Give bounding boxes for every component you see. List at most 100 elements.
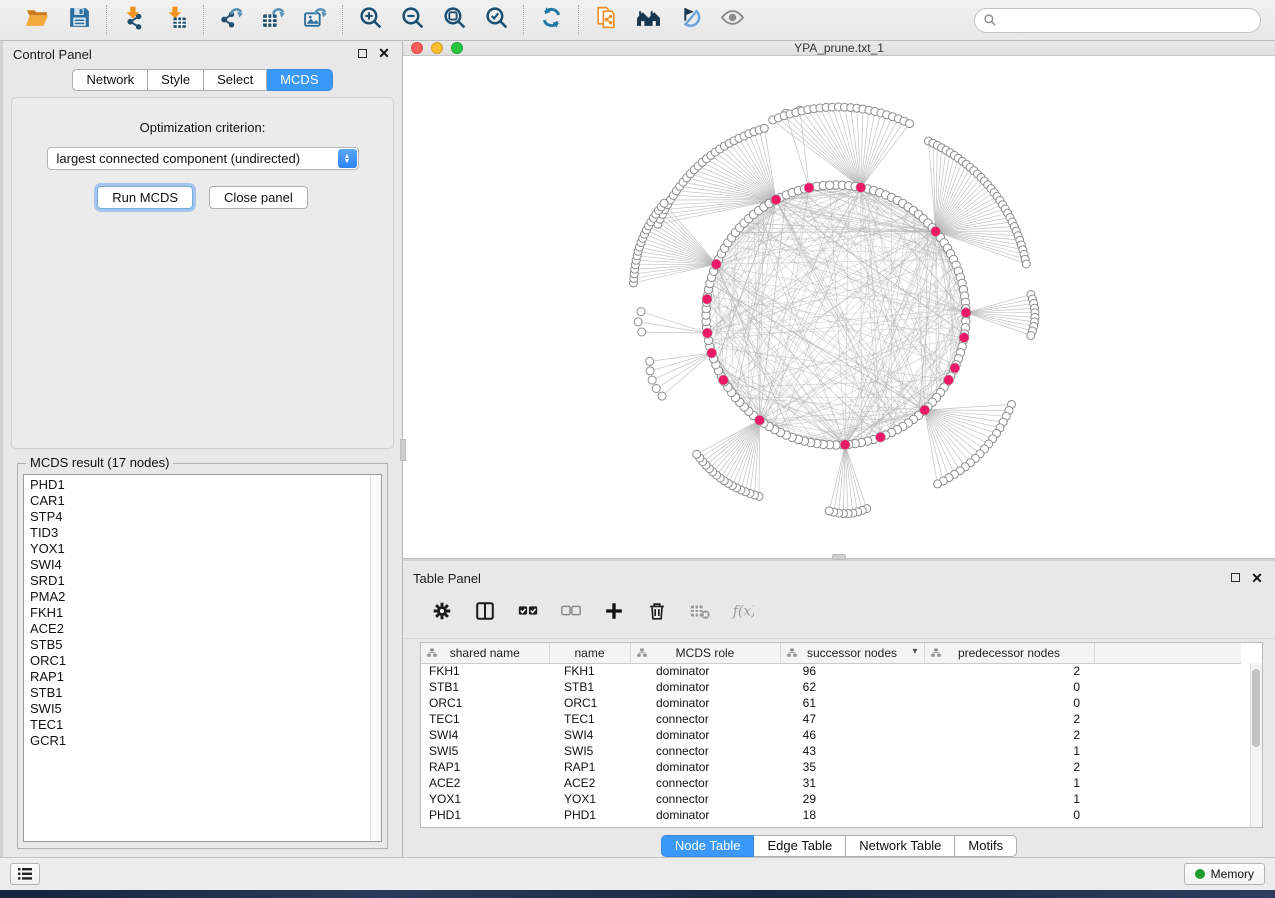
mcds-hub-node[interactable] [707, 348, 717, 358]
table-scrollbar-thumb[interactable] [1252, 669, 1260, 747]
cell[interactable]: connector [630, 775, 780, 791]
tab-network[interactable]: Network [72, 69, 148, 91]
cell[interactable]: YOX1 [549, 791, 630, 807]
cell[interactable]: 0 [924, 695, 1094, 711]
table-close-button[interactable]: ✕ [1249, 570, 1265, 586]
leaf-node[interactable] [934, 480, 942, 488]
export-network-document-button[interactable] [592, 6, 620, 34]
cell[interactable]: SWI4 [549, 727, 630, 743]
cell[interactable]: 43 [780, 743, 924, 759]
add-column-button[interactable] [601, 601, 627, 627]
search-input[interactable] [974, 8, 1261, 33]
tab-network-table[interactable]: Network Table [846, 835, 955, 857]
hide-annotations-button[interactable] [676, 6, 704, 34]
leaf-node[interactable] [648, 376, 656, 384]
table-row[interactable]: ACE2ACE2connector311 [421, 775, 1241, 791]
leaf-node[interactable] [1022, 260, 1030, 268]
mcds-hub-node[interactable] [718, 375, 728, 385]
table-row[interactable]: SWI5SWI5connector431 [421, 743, 1241, 759]
cell[interactable]: 96 [780, 663, 924, 679]
mcds-result-list[interactable]: PHD1CAR1STP4TID3YOX1SWI4SRD1PMA2FKH1ACE2… [23, 474, 382, 842]
tab-node-table[interactable]: Node Table [661, 835, 755, 857]
cell[interactable]: RAP1 [549, 759, 630, 775]
mcds-result-item[interactable]: STP4 [30, 509, 381, 525]
cell[interactable]: STB1 [549, 679, 630, 695]
table-row[interactable]: FKH1FKH1dominator962 [421, 663, 1241, 679]
ring-node[interactable] [825, 181, 833, 189]
mcds-result-item[interactable]: SRD1 [30, 573, 381, 589]
mcds-hub-node[interactable] [944, 375, 954, 385]
leaf-node[interactable] [1027, 332, 1035, 340]
mcds-hub-node[interactable] [961, 308, 971, 318]
save-session-button[interactable] [65, 6, 93, 34]
cell[interactable]: FKH1 [421, 663, 549, 679]
mcds-hub-node[interactable] [931, 226, 941, 236]
cell[interactable]: connector [630, 711, 780, 727]
leaf-node[interactable] [658, 392, 666, 400]
cell[interactable]: 47 [780, 711, 924, 727]
table-row[interactable]: STB1STB1dominator620 [421, 679, 1241, 695]
mcds-result-item[interactable]: YOX1 [30, 541, 381, 557]
zoom-fit-button[interactable] [440, 6, 468, 34]
open-file-button[interactable] [23, 6, 51, 34]
tab-select[interactable]: Select [204, 69, 267, 91]
tab-motifs[interactable]: Motifs [955, 835, 1017, 857]
cell[interactable]: 61 [780, 695, 924, 711]
run-mcds-button[interactable]: Run MCDS [97, 186, 193, 209]
table-row[interactable]: TEC1TEC1connector472 [421, 711, 1241, 727]
table-scrollbar[interactable] [1250, 663, 1262, 827]
cell[interactable]: dominator [630, 759, 780, 775]
zoom-in-button[interactable] [356, 6, 384, 34]
mcds-hub-node[interactable] [771, 195, 781, 205]
cell[interactable]: 62 [780, 679, 924, 695]
deselect-all-checkboxes-button[interactable] [558, 601, 584, 627]
table-row[interactable]: SWI4SWI4dominator462 [421, 727, 1241, 743]
mcds-hub-node[interactable] [755, 415, 765, 425]
cell[interactable]: dominator [630, 663, 780, 679]
cell[interactable]: 2 [924, 727, 1094, 743]
mcds-result-item[interactable]: TID3 [30, 525, 381, 541]
export-network-button[interactable] [217, 6, 245, 34]
leaf-node[interactable] [638, 328, 646, 336]
column-header-successor-nodes[interactable]: successor nodes▾ [780, 643, 924, 663]
import-table-file-button[interactable] [162, 6, 190, 34]
mcds-result-item[interactable]: STB5 [30, 637, 381, 653]
mcds-result-item[interactable]: STB1 [30, 685, 381, 701]
cell[interactable]: SWI4 [421, 727, 549, 743]
cell[interactable]: 1 [924, 791, 1094, 807]
cell[interactable]: dominator [630, 807, 780, 823]
column-header-name[interactable]: name [549, 643, 630, 663]
mcds-result-item[interactable]: CAR1 [30, 493, 381, 509]
column-header-shared-name[interactable]: shared name [421, 643, 549, 663]
mcds-result-item[interactable]: SWI5 [30, 701, 381, 717]
cell[interactable]: 18 [780, 807, 924, 823]
cell[interactable]: 46 [780, 727, 924, 743]
cell[interactable]: ORC1 [421, 695, 549, 711]
cell[interactable]: connector [630, 743, 780, 759]
mcds-hub-node[interactable] [920, 405, 930, 415]
cell[interactable]: PHD1 [421, 807, 549, 823]
split-panel-button[interactable] [472, 601, 498, 627]
mcds-result-item[interactable]: GCR1 [30, 733, 381, 749]
cell[interactable]: 29 [780, 791, 924, 807]
cell[interactable]: PHD1 [549, 807, 630, 823]
cell[interactable]: 1 [924, 775, 1094, 791]
mcds-result-item[interactable]: TEC1 [30, 717, 381, 733]
cell[interactable]: 0 [924, 679, 1094, 695]
mcds-result-item[interactable]: RAP1 [30, 669, 381, 685]
column-filter-chevron-icon[interactable]: ▾ [912, 646, 917, 657]
cell[interactable]: RAP1 [421, 759, 549, 775]
cell[interactable]: dominator [630, 695, 780, 711]
cell[interactable]: ORC1 [549, 695, 630, 711]
mcds-result-item[interactable]: ACE2 [30, 621, 381, 637]
table-row[interactable]: PHD1PHD1dominator180 [421, 807, 1241, 823]
cell[interactable]: dominator [630, 727, 780, 743]
cell[interactable]: ACE2 [421, 775, 549, 791]
cell[interactable]: 2 [924, 711, 1094, 727]
select-all-checkboxes-button[interactable] [515, 601, 541, 627]
table-float-button[interactable] [1227, 570, 1243, 586]
delete-columns-button[interactable] [644, 601, 670, 627]
mcds-list-scrollbar[interactable] [370, 475, 381, 841]
mcds-hub-node[interactable] [711, 259, 721, 269]
leaf-node[interactable] [906, 120, 914, 128]
